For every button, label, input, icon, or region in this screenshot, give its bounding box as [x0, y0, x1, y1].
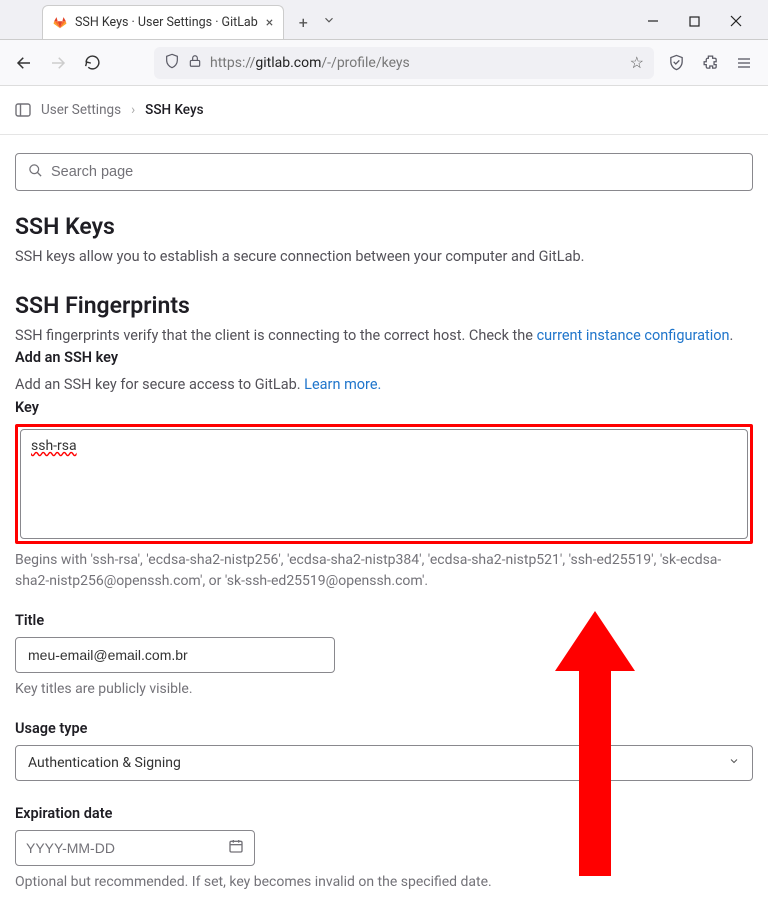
window-controls — [647, 15, 768, 39]
bookmark-star-icon[interactable]: ☆ — [630, 53, 644, 72]
shield-icon — [164, 53, 180, 73]
tabs-dropdown-icon[interactable] — [322, 12, 374, 39]
breadcrumb-current: SSH Keys — [145, 102, 203, 118]
back-button[interactable] — [12, 51, 36, 75]
search-input[interactable] — [51, 164, 740, 180]
title-hint: Key titles are publicly visible. — [15, 679, 753, 700]
address-bar[interactable]: https://gitlab.com/-/profile/keys ☆ — [154, 47, 654, 79]
maximize-icon[interactable] — [689, 16, 700, 31]
key-textarea[interactable]: ssh-rsa — [20, 429, 748, 539]
gitlab-favicon — [53, 16, 67, 30]
url-text: https://gitlab.com/-/profile/keys — [210, 55, 410, 71]
ssh-keys-desc: SSH keys allow you to establish a secure… — [15, 246, 753, 268]
expiration-label: Expiration date — [15, 805, 753, 822]
app-menu-icon[interactable] — [732, 51, 756, 75]
ssh-keys-title: SSH Keys — [15, 213, 753, 240]
expiration-hint: Optional but recommended. If set, key be… — [15, 872, 753, 893]
title-input[interactable] — [15, 637, 335, 673]
fingerprints-title: SSH Fingerprints — [15, 292, 753, 319]
lock-icon — [188, 54, 202, 72]
extensions-icon[interactable] — [698, 51, 722, 75]
expiration-input[interactable] — [26, 840, 228, 856]
expiration-date-field[interactable] — [15, 830, 255, 866]
forward-button[interactable] — [46, 51, 70, 75]
pocket-icon[interactable] — [664, 51, 688, 75]
divider — [0, 134, 768, 135]
new-tab-button[interactable]: + — [292, 11, 314, 33]
tab-title: SSH Keys · User Settings · GitLab — [75, 15, 258, 30]
fingerprints-desc: SSH fingerprints verify that the client … — [15, 325, 753, 347]
usage-type-value: Authentication & Signing — [28, 755, 181, 771]
close-window-icon[interactable] — [730, 15, 742, 31]
key-highlight-box: ssh-rsa — [15, 424, 753, 544]
tab-close-icon[interactable]: × — [266, 15, 273, 31]
add-key-heading: Add an SSH key — [15, 349, 753, 366]
browser-tab[interactable]: SSH Keys · User Settings · GitLab × — [42, 5, 284, 39]
browser-toolbar: https://gitlab.com/-/profile/keys ☆ — [0, 40, 768, 86]
usage-type-label: Usage type — [15, 720, 753, 737]
instance-config-link[interactable]: current instance configuration — [537, 327, 730, 344]
breadcrumb-item[interactable]: User Settings — [41, 102, 121, 118]
key-label: Key — [15, 399, 753, 416]
chevron-right-icon: › — [131, 102, 135, 118]
minimize-icon[interactable] — [647, 15, 659, 31]
search-page-box[interactable] — [15, 153, 753, 191]
add-key-desc: Add an SSH key for secure access to GitL… — [15, 374, 753, 396]
sidebar-toggle-icon[interactable] — [15, 102, 31, 118]
chevron-down-icon — [728, 755, 740, 771]
search-icon — [28, 163, 43, 182]
calendar-icon[interactable] — [228, 838, 244, 858]
usage-type-select[interactable]: Authentication & Signing — [15, 745, 753, 781]
browser-tab-bar: SSH Keys · User Settings · GitLab × + — [0, 0, 768, 40]
reload-button[interactable] — [80, 51, 104, 75]
learn-more-link[interactable]: Learn more. — [304, 376, 381, 393]
breadcrumb: User Settings › SSH Keys — [15, 86, 753, 134]
title-label: Title — [15, 612, 753, 629]
key-hint: Begins with 'ssh-rsa', 'ecdsa-sha2-nistp… — [15, 550, 753, 592]
